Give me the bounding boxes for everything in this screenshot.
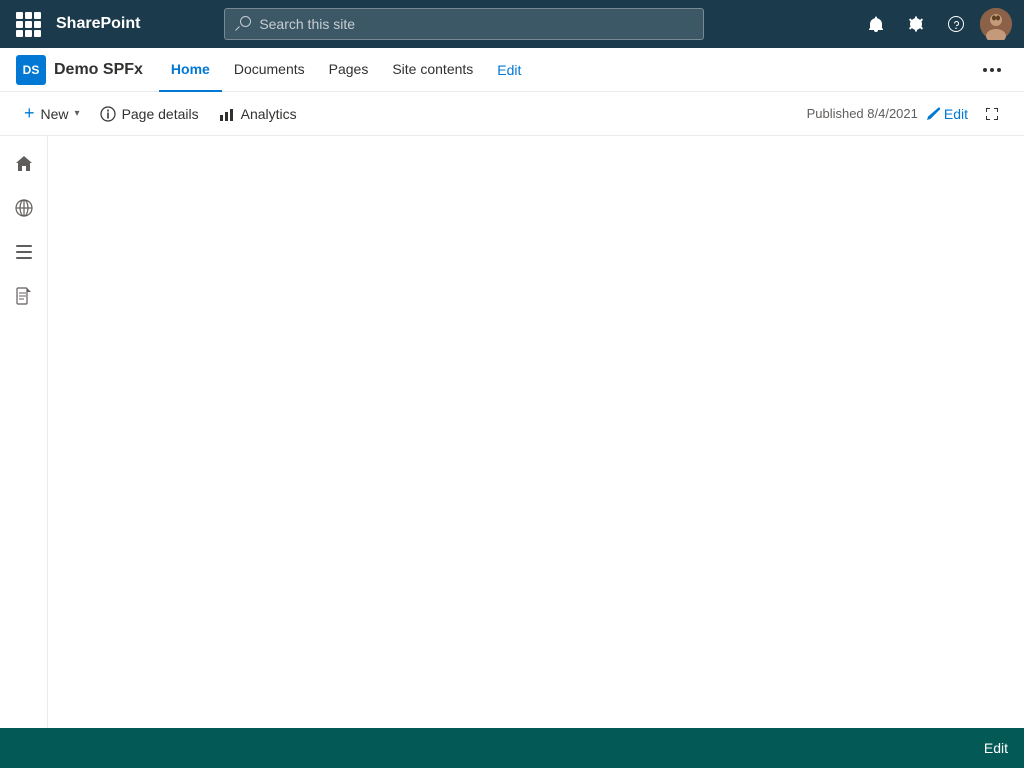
bottom-bar: Edit [0, 728, 1024, 768]
sharepoint-logo: SharePoint [56, 15, 140, 33]
search-icon [235, 16, 251, 32]
site-name: Demo SPFx [54, 61, 143, 79]
site-nav-tabs: Home Documents Pages Site contents Edit [159, 48, 533, 92]
edit-icon [926, 107, 940, 121]
new-label: New [41, 106, 69, 122]
toolbar-right: Published 8/4/2021 Edit [807, 98, 1008, 130]
analytics-label: Analytics [241, 106, 297, 122]
top-bar-actions [860, 8, 1012, 40]
analytics-button[interactable]: Analytics [211, 98, 305, 130]
new-button[interactable]: + New ▾ [16, 98, 88, 130]
search-input[interactable] [259, 16, 693, 32]
published-label: Published 8/4/2021 [807, 106, 918, 121]
nav-tab-pages[interactable]: Pages [317, 48, 381, 92]
notifications-icon[interactable] [860, 8, 892, 40]
plus-icon: + [24, 103, 35, 124]
nav-tab-home[interactable]: Home [159, 48, 222, 92]
nav-tab-site-contents[interactable]: Site contents [380, 48, 485, 92]
analytics-icon [219, 106, 235, 122]
edit-button[interactable]: Edit [926, 106, 968, 122]
expand-icon[interactable] [976, 98, 1008, 130]
search-bar[interactable] [224, 8, 704, 40]
nav-tab-documents[interactable]: Documents [222, 48, 317, 92]
nav-tab-edit[interactable]: Edit [485, 48, 533, 92]
bottom-edit-button[interactable]: Edit [984, 740, 1008, 756]
sidebar-list-icon[interactable] [4, 232, 44, 272]
left-sidebar [0, 136, 48, 728]
page-toolbar: + New ▾ Page details Analytics Published… [0, 92, 1024, 136]
page-details-label: Page details [122, 106, 199, 122]
avatar[interactable] [980, 8, 1012, 40]
page-details-button[interactable]: Page details [92, 98, 207, 130]
page-details-icon [100, 106, 116, 122]
sidebar-page-icon[interactable] [4, 276, 44, 316]
help-icon[interactable] [940, 8, 972, 40]
sidebar-home-icon[interactable] [4, 144, 44, 184]
chevron-down-icon: ▾ [75, 108, 80, 119]
main-layout [0, 136, 1024, 728]
site-navigation-bar: DS Demo SPFx Home Documents Pages Site c… [0, 48, 1024, 92]
waffle-menu-icon[interactable] [12, 8, 44, 40]
nav-more-button[interactable] [976, 54, 1008, 86]
site-logo-badge: DS [16, 55, 46, 85]
main-content-area [48, 136, 1024, 728]
site-logo: DS Demo SPFx [16, 55, 143, 85]
settings-icon[interactable] [900, 8, 932, 40]
sidebar-globe-icon[interactable] [4, 188, 44, 228]
edit-label: Edit [944, 106, 968, 122]
top-navigation-bar: SharePoint [0, 0, 1024, 48]
toolbar-left: + New ▾ Page details Analytics [16, 98, 305, 130]
